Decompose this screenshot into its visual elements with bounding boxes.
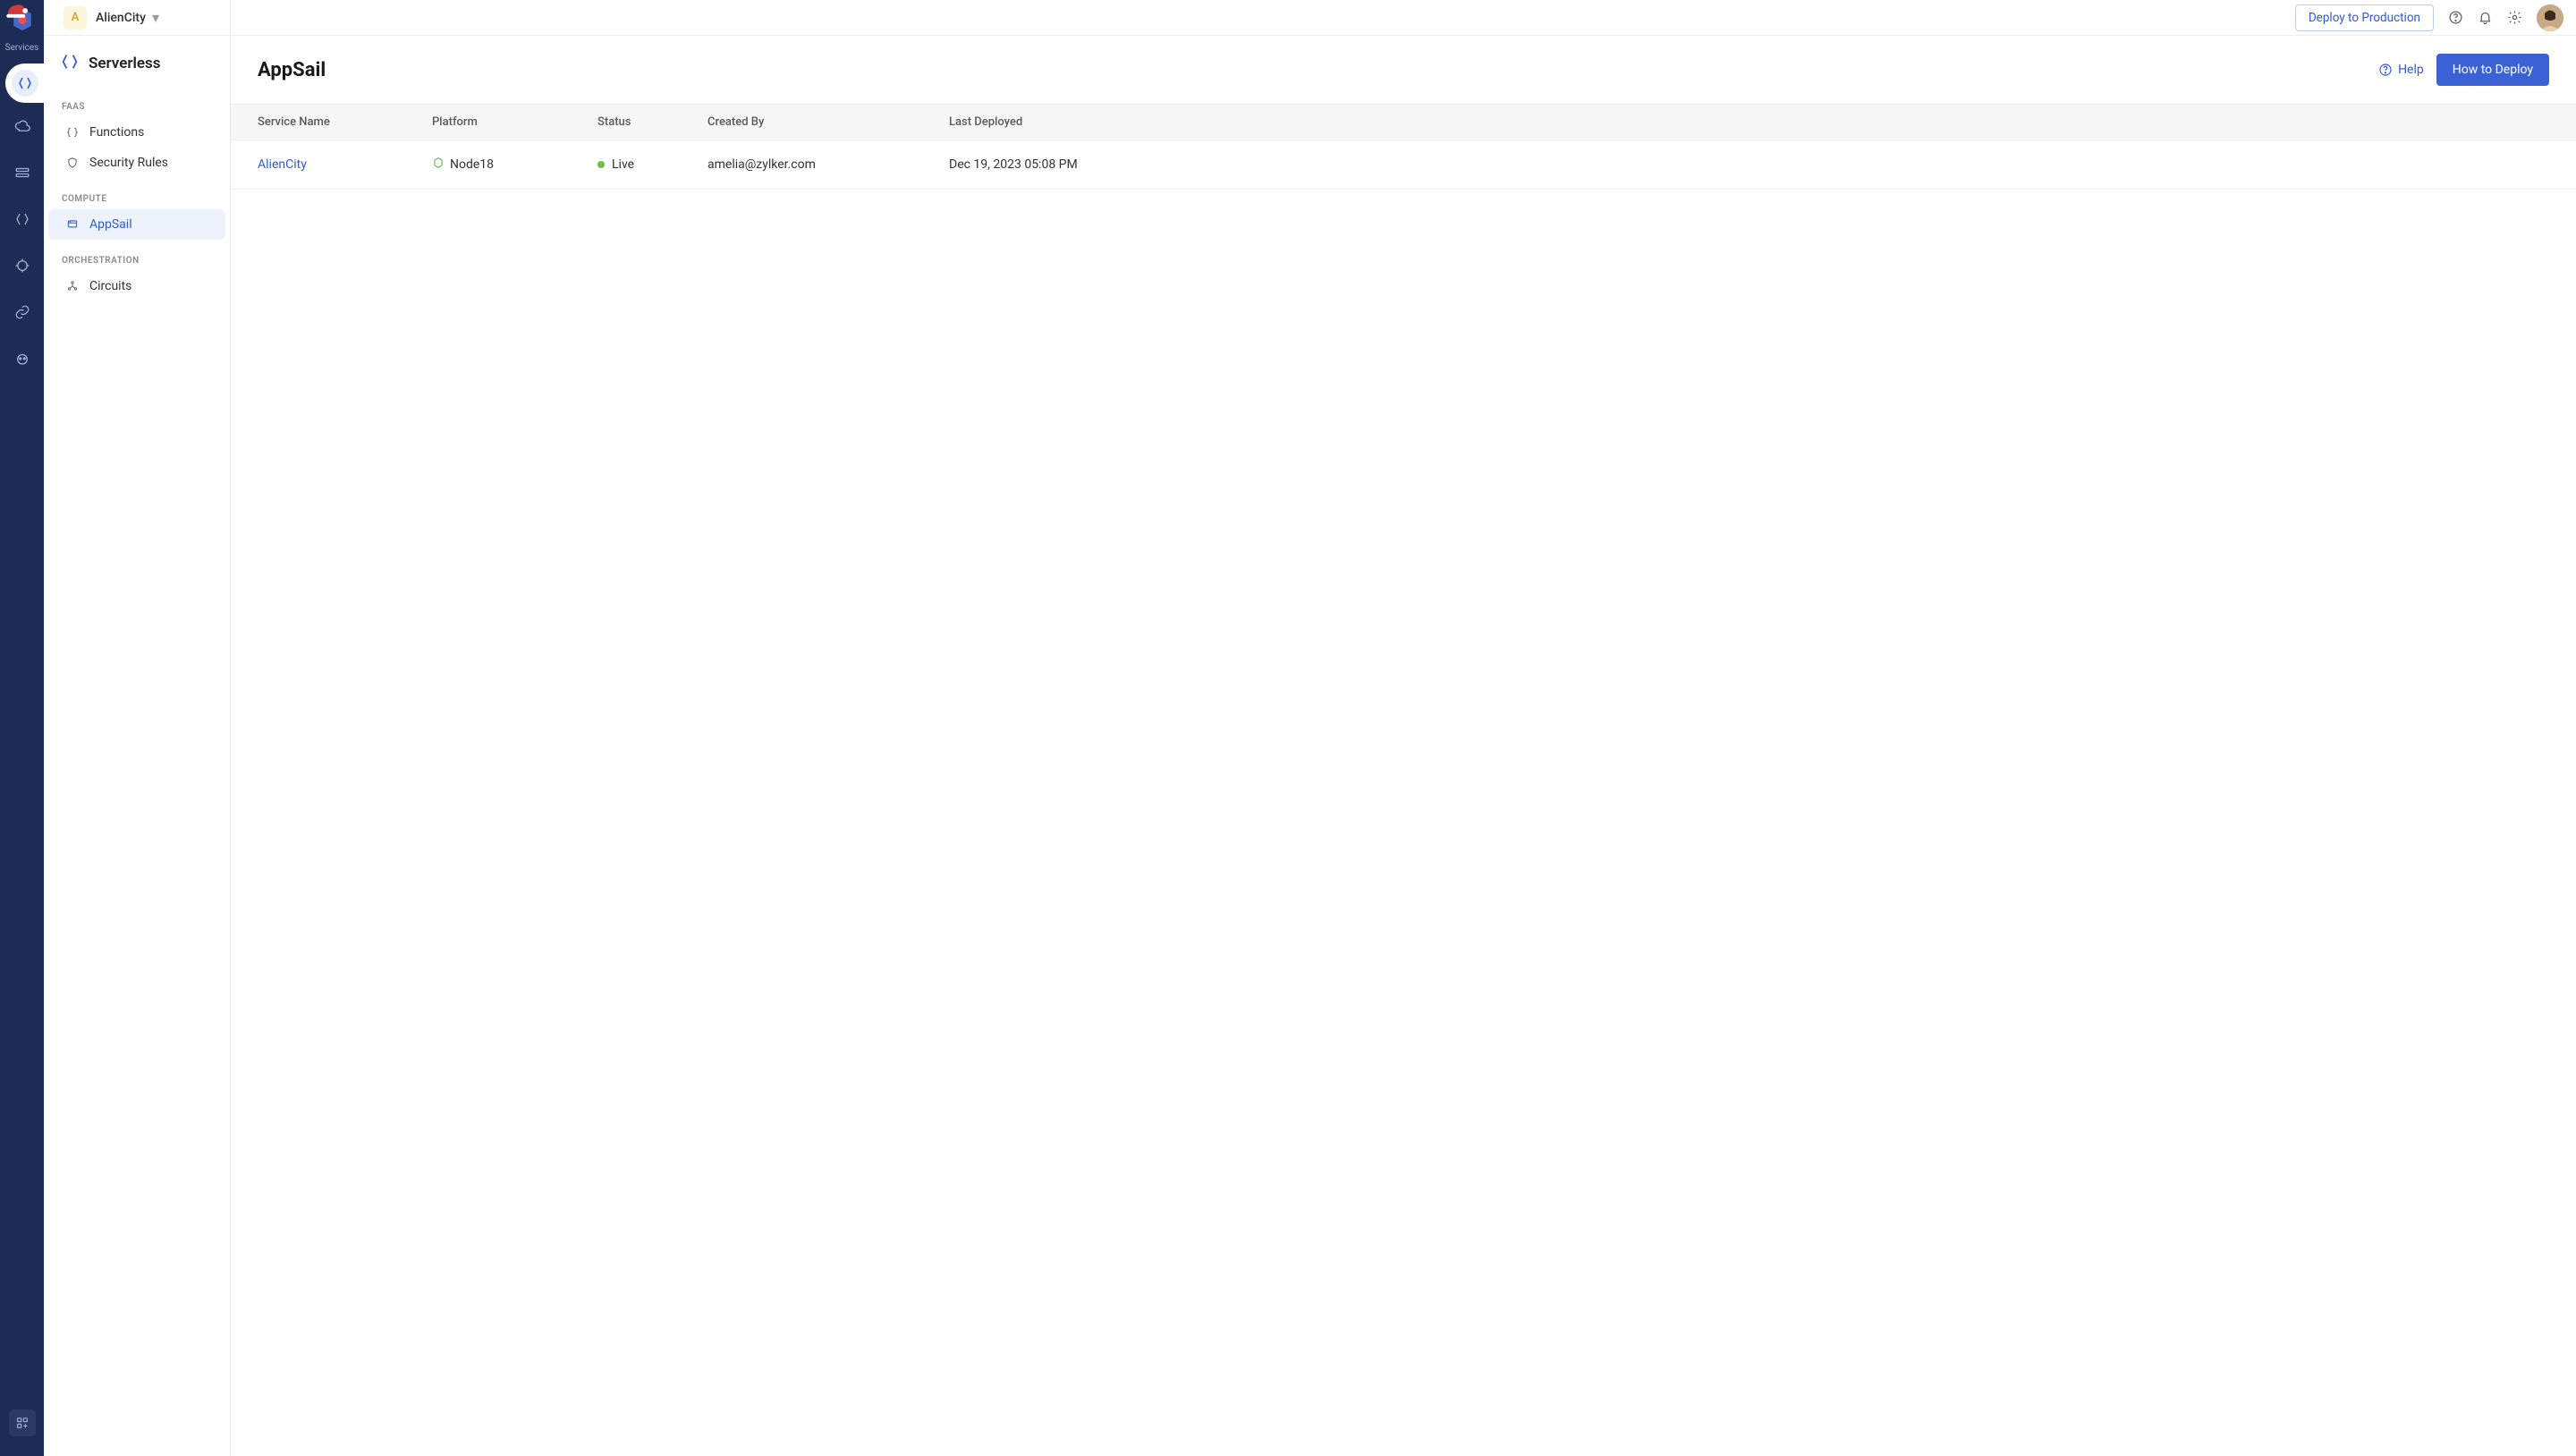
section-faas: FAAS [44,93,230,117]
how-to-deploy-button[interactable]: How to Deploy [2436,54,2549,86]
rail-item-link[interactable] [9,299,36,326]
help-label: Help [2398,63,2424,77]
table-header: Service Name Platform Status Created By … [231,104,2576,140]
th-created-by: Created By [708,115,949,129]
main: Deploy to Production AppSail Help How to… [231,0,2576,1456]
sidebar-item-security-rules[interactable]: Security Rules [48,148,225,178]
gear-icon[interactable] [2507,10,2522,25]
sidebar: A AlienCity ▾ Serverless FAAS Functions … [44,0,231,1456]
rail-apps-icon[interactable] [9,1409,36,1436]
platform-value: Node18 [450,157,494,172]
services-table: Service Name Platform Status Created By … [231,104,2576,190]
rail-item-robot[interactable] [9,345,36,372]
sidebar-item-functions[interactable]: Functions [48,117,225,148]
serverless-icon [60,52,80,75]
th-last-deployed: Last Deployed [949,115,2549,129]
rail-item-cloud[interactable] [9,113,36,140]
created-by-value: amelia@zylker.com [708,157,949,172]
sidebar-item-circuits[interactable]: Circuits [48,271,225,301]
sidebar-item-label: Circuits [89,279,131,293]
braces-icon [66,126,79,139]
project-badge: A [64,6,87,30]
rail-item-data[interactable] [9,159,36,186]
appsail-icon [66,218,79,231]
topbar: Deploy to Production [231,0,2576,36]
sidebar-item-label: Security Rules [89,156,168,170]
shield-icon [66,157,79,169]
app-logo[interactable] [0,2,44,38]
th-service-name: Service Name [258,115,432,129]
th-status: Status [597,115,708,129]
bell-icon[interactable] [2478,10,2493,25]
th-platform: Platform [432,115,597,129]
left-rail: Services [0,0,44,1456]
help-link[interactable]: Help [2378,63,2424,77]
sidebar-title: Serverless [89,55,161,72]
service-name-link[interactable]: AlienCity [258,157,432,172]
avatar[interactable] [2537,4,2563,31]
sidebar-item-label: Functions [89,125,144,140]
status-value: Live [612,157,634,172]
circuits-icon [66,280,79,292]
node-icon [432,157,445,173]
section-orchestration: ORCHESTRATION [44,247,230,271]
rail-item-serverless[interactable] [0,63,44,103]
page-title: AppSail [258,59,2378,81]
rail-item-ai[interactable] [9,252,36,279]
chevron-down-icon[interactable]: ▾ [152,9,159,26]
sidebar-item-appsail[interactable]: AppSail [48,209,225,240]
rail-item-devtools[interactable] [9,206,36,233]
help-icon[interactable] [2448,10,2463,25]
last-deployed-value: Dec 19, 2023 05:08 PM [949,157,2549,172]
deploy-to-production-button[interactable]: Deploy to Production [2295,4,2434,31]
table-row[interactable]: AlienCity Node18 Live amelia@zylker.com … [231,140,2576,190]
section-compute: COMPUTE [44,185,230,209]
sidebar-item-label: AppSail [89,217,132,232]
services-label: Services [5,43,39,53]
help-circle-icon [2378,63,2393,77]
project-name[interactable]: AlienCity [96,11,146,25]
status-dot-icon [597,161,605,168]
